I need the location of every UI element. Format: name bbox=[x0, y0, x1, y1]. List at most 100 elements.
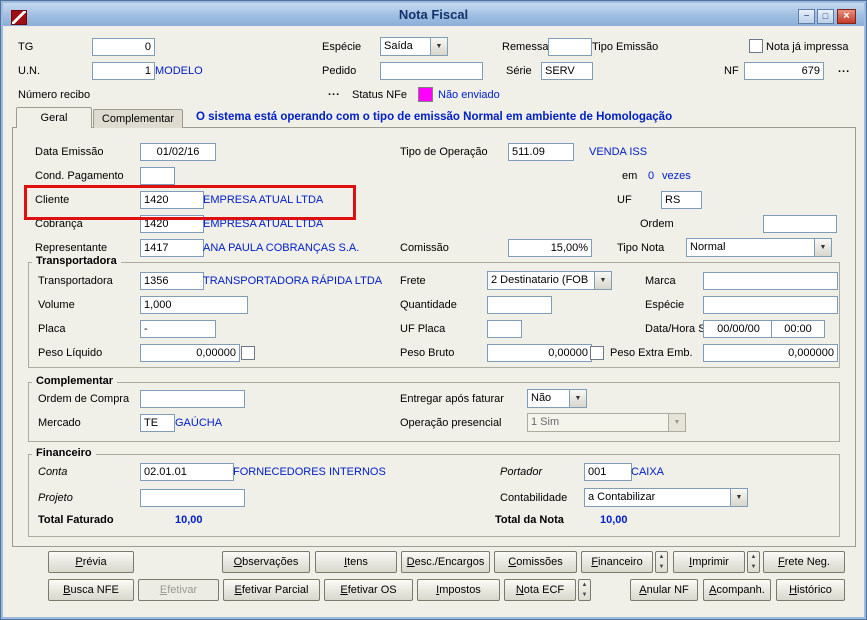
especie-label: Espécie bbox=[322, 41, 362, 53]
minimize-icon[interactable]: − bbox=[798, 9, 815, 24]
nota-ecf-button[interactable]: Nota ECF bbox=[504, 579, 576, 601]
chevron-down-icon[interactable]: ▼ bbox=[730, 489, 747, 506]
cobranca-input[interactable]: 1420 bbox=[140, 215, 204, 233]
historico-button[interactable]: Histórico bbox=[776, 579, 845, 601]
portador-desc: CAIXA bbox=[631, 466, 665, 478]
status-nfe-label: Status NFe bbox=[352, 89, 408, 101]
nota-ja-impressa-checkbox[interactable] bbox=[749, 39, 763, 53]
placa-input[interactable]: - bbox=[140, 320, 216, 338]
peso-extra-label: Peso Extra Emb. bbox=[610, 347, 693, 359]
quantidade-input[interactable] bbox=[487, 296, 552, 314]
nf-input[interactable]: 679 bbox=[744, 62, 824, 80]
efetivar-os-button[interactable]: Efetivar OS bbox=[324, 579, 413, 601]
ordem-compra-input[interactable] bbox=[140, 390, 245, 408]
data-saida-input[interactable]: 00/00/00 bbox=[703, 320, 774, 338]
hora-saida-input[interactable]: 00:00 bbox=[771, 320, 825, 338]
imprimir-scroll-control[interactable]: ▲ ▼ bbox=[747, 551, 760, 573]
entregar-value: Não bbox=[531, 392, 552, 404]
spin-up-icon[interactable]: ▲ bbox=[659, 554, 665, 560]
ordem-input[interactable] bbox=[763, 215, 837, 233]
status-nfe-color-swatch bbox=[418, 87, 433, 102]
entregar-apos-faturar-select[interactable]: Não ▼ bbox=[527, 389, 587, 408]
cliente-desc: EMPRESA ATUAL LTDA bbox=[203, 194, 324, 206]
transportadora-input[interactable]: 1356 bbox=[140, 272, 204, 290]
especie-transp-input[interactable] bbox=[703, 296, 838, 314]
peso-bruto-input[interactable]: 0,00000 bbox=[487, 344, 592, 362]
itens-button[interactable]: Itens bbox=[315, 551, 397, 573]
uf-placa-input[interactable] bbox=[487, 320, 522, 338]
projeto-input[interactable] bbox=[140, 489, 245, 507]
spin-down-icon[interactable]: ▼ bbox=[582, 592, 588, 598]
projeto-label: Projeto bbox=[38, 492, 73, 504]
remessa-input[interactable] bbox=[548, 38, 592, 56]
spin-down-icon[interactable]: ▼ bbox=[659, 564, 665, 570]
tab-geral[interactable]: Geral bbox=[16, 107, 92, 128]
efetivar-parcial-button[interactable]: Efetivar Parcial bbox=[223, 579, 320, 601]
busca-nfe-button[interactable]: Busca NFE bbox=[48, 579, 134, 601]
spin-up-icon[interactable]: ▲ bbox=[582, 582, 588, 588]
previa-button[interactable]: Prévia bbox=[48, 551, 134, 573]
tipo-nota-select[interactable]: Normal ▼ bbox=[686, 238, 832, 257]
cliente-input[interactable]: 1420 bbox=[140, 191, 204, 209]
un-input[interactable]: 1 bbox=[92, 62, 155, 80]
observacoes-button[interactable]: Observações bbox=[222, 551, 310, 573]
tab-complementar[interactable]: Complementar bbox=[93, 109, 183, 128]
tipo-operacao-desc: VENDA ISS bbox=[589, 146, 648, 158]
marca-label: Marca bbox=[645, 275, 676, 287]
cond-pagamento-input[interactable] bbox=[140, 167, 175, 185]
financeiro-button[interactable]: Financeiro bbox=[581, 551, 653, 573]
contabilidade-value: a Contabilizar bbox=[588, 491, 656, 503]
chevron-down-icon[interactable]: ▼ bbox=[814, 239, 831, 256]
spin-up-icon[interactable]: ▲ bbox=[751, 554, 757, 560]
frete-select[interactable]: 2 Destinatario (FOB ▼ bbox=[487, 271, 612, 290]
peso-extra-input[interactable]: 0,000000 bbox=[703, 344, 838, 362]
cobranca-label: Cobrança bbox=[35, 218, 83, 230]
quantidade-label: Quantidade bbox=[400, 299, 457, 311]
nf-more-button[interactable]: ... bbox=[838, 63, 850, 75]
contabilidade-select[interactable]: a Contabilizar ▼ bbox=[584, 488, 748, 507]
title-bar[interactable]: Nota Fiscal − □ × bbox=[3, 3, 864, 26]
comissoes-button[interactable]: Comissões bbox=[494, 551, 577, 573]
pedido-input[interactable] bbox=[380, 62, 483, 80]
environment-message: O sistema está operando com o tipo de em… bbox=[196, 111, 673, 123]
peso-bruto-checkbox[interactable] bbox=[590, 346, 604, 360]
close-icon[interactable]: × bbox=[837, 9, 856, 24]
impostos-button[interactable]: Impostos bbox=[417, 579, 500, 601]
nota-ecf-scroll-control[interactable]: ▲ ▼ bbox=[578, 579, 591, 601]
chevron-down-icon[interactable]: ▼ bbox=[430, 38, 447, 55]
conta-desc: FORNECEDORES INTERNOS bbox=[233, 466, 386, 478]
uf-input[interactable]: RS bbox=[661, 191, 702, 209]
frete-neg-button[interactable]: Frete Neg. bbox=[763, 551, 845, 573]
vezes-label: vezes bbox=[662, 170, 691, 182]
tipo-operacao-label: Tipo de Operação bbox=[400, 146, 488, 158]
portador-input[interactable]: 001 bbox=[584, 463, 632, 481]
marca-input[interactable] bbox=[703, 272, 838, 290]
serie-input[interactable]: SERV bbox=[541, 62, 593, 80]
mercado-input[interactable]: TE bbox=[140, 414, 175, 432]
conta-input[interactable]: 02.01.01 bbox=[140, 463, 234, 481]
data-emissao-label: Data Emissão bbox=[35, 146, 104, 158]
anular-nf-button[interactable]: Anular NF bbox=[630, 579, 698, 601]
acompanh-button[interactable]: Acompanh. bbox=[703, 579, 771, 601]
peso-liquido-input[interactable]: 0,00000 bbox=[140, 344, 240, 362]
tipo-operacao-input[interactable]: 511.09 bbox=[508, 143, 574, 161]
desc-encargos-button[interactable]: Desc./Encargos bbox=[401, 551, 490, 573]
em-value: 0 bbox=[648, 170, 655, 182]
chevron-down-icon[interactable]: ▼ bbox=[569, 390, 586, 407]
volume-input[interactable]: 1,000 bbox=[140, 296, 248, 314]
recibo-more-button[interactable]: ... bbox=[328, 86, 340, 98]
tg-input[interactable]: 0 bbox=[92, 38, 155, 56]
chevron-down-icon[interactable]: ▼ bbox=[594, 272, 611, 289]
spin-down-icon[interactable]: ▼ bbox=[751, 564, 757, 570]
especie-select[interactable]: Saída ▼ bbox=[380, 37, 448, 56]
efetivar-button: Efetivar bbox=[138, 579, 219, 601]
financeiro-scroll-control[interactable]: ▲ ▼ bbox=[655, 551, 668, 573]
imprimir-button[interactable]: Imprimir bbox=[673, 551, 745, 573]
peso-liquido-checkbox[interactable] bbox=[241, 346, 255, 360]
representante-input[interactable]: 1417 bbox=[140, 239, 204, 257]
complementar-group-label: Complementar bbox=[32, 375, 118, 387]
data-emissao-input[interactable]: 01/02/16 bbox=[140, 143, 216, 161]
numero-recibo-label: Número recibo bbox=[18, 89, 91, 101]
maximize-icon[interactable]: □ bbox=[817, 9, 834, 24]
comissao-input[interactable]: 15,00% bbox=[508, 239, 592, 257]
